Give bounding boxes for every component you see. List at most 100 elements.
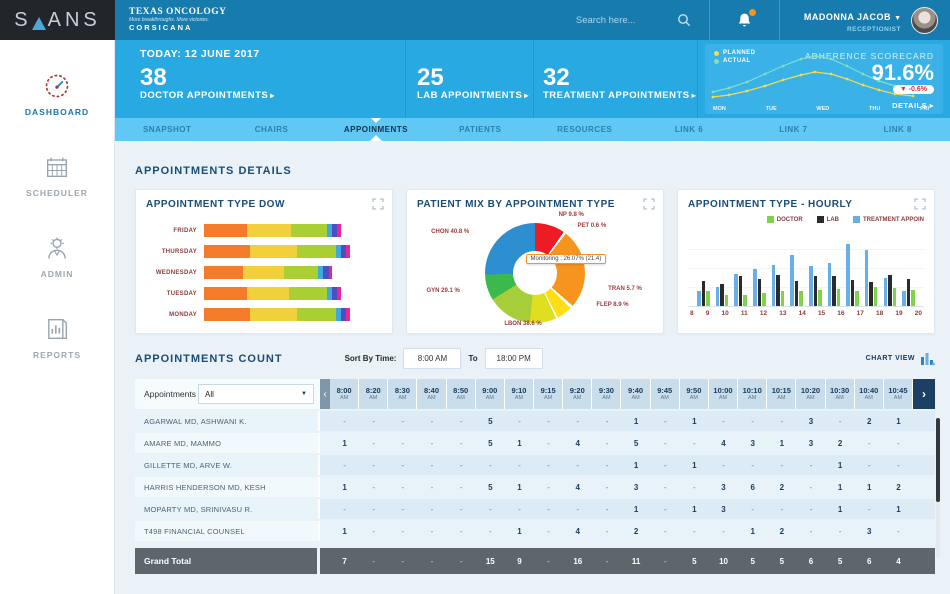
tab-resources[interactable]: RESOURCES <box>533 118 637 141</box>
user-avatar[interactable] <box>911 7 938 34</box>
count-cell: - <box>388 433 417 453</box>
chart-view-button[interactable]: CHART VIEW <box>866 352 935 366</box>
count-cell: 2 <box>884 477 913 497</box>
hourly-bar <box>828 263 832 307</box>
hourly-bar <box>888 275 892 307</box>
stat-lab-appointments[interactable]: 25 LAB APPOINTMENTS▸ <box>417 65 529 101</box>
next-columns-button[interactable]: › <box>913 379 935 409</box>
table-row: AGARWAL MD, ASHWANI K.-----5----1-1---3-… <box>135 411 935 431</box>
stat-treatment-appointments[interactable]: 32 TREATMENT APPOINTMENTS▸ <box>543 65 696 101</box>
dow-bar <box>204 308 382 321</box>
tab-patients[interactable]: PATIENTS <box>428 118 532 141</box>
card-title: APPOINTMENT TYPE - HOURLY <box>688 199 924 210</box>
tab-link-8[interactable]: LINK 8 <box>846 118 950 141</box>
tab-link-6[interactable]: LINK 6 <box>637 118 741 141</box>
sidebar-item-admin[interactable]: ADMIN <box>41 234 74 279</box>
x-tick-label: 10 <box>722 310 729 317</box>
time-suffix: AM <box>427 395 435 401</box>
donut-slice-label: FLEP 8.9 % <box>596 302 628 308</box>
time-to-input[interactable] <box>485 348 543 369</box>
tab-snapshot[interactable]: SNAPSHOT <box>115 118 219 141</box>
summary-banner: TODAY: 12 JUNE 2017 38 DOCTOR APPOINTMEN… <box>115 40 950 118</box>
tab-link-7[interactable]: LINK 7 <box>741 118 845 141</box>
donut-tooltip: Monitoring : 26.07% (21.4) <box>526 254 607 264</box>
search-icon[interactable] <box>677 13 691 27</box>
time-from-input[interactable] <box>403 348 461 369</box>
notifications-button[interactable] <box>736 11 753 29</box>
user-name: MADONNA JACOB <box>804 12 891 22</box>
count-cell: - <box>388 521 417 541</box>
hourly-bar <box>832 276 836 306</box>
time-label: 8:40 <box>424 387 439 395</box>
dow-segment <box>346 308 350 321</box>
app-logo[interactable]: SANS <box>0 0 115 40</box>
time-suffix: AM <box>398 395 406 401</box>
card-title: APPOINTMENT TYPE DOW <box>146 199 382 210</box>
sidebar-item-dashboard[interactable]: DASHBOARD <box>25 72 89 117</box>
dow-segment <box>289 287 326 300</box>
count-cell: - <box>651 499 680 519</box>
expand-icon[interactable] <box>372 198 384 210</box>
count-cell: - <box>651 477 680 497</box>
dow-segment <box>247 224 292 237</box>
dow-bar <box>204 245 382 258</box>
x-tick-label: 20 <box>915 310 922 317</box>
provider-name-cell: GILLETTE MD, ARVE W. <box>135 455 320 475</box>
prev-columns-button[interactable]: ‹ <box>320 379 330 409</box>
logo-triangle-icon <box>32 17 46 30</box>
count-cell: - <box>359 411 388 431</box>
table-scrollbar-thumb[interactable] <box>936 418 940 502</box>
legend-label: TREATMENT APPOIN <box>863 217 924 223</box>
count-cell: - <box>796 477 825 497</box>
search-box <box>576 13 691 27</box>
dow-segment <box>243 266 284 279</box>
sidebar-item-reports[interactable]: REPORTS <box>33 315 81 360</box>
count-cell: 1 <box>330 477 359 497</box>
grand-total-cell: 5 <box>738 548 767 574</box>
count-cell: - <box>738 499 767 519</box>
count-cell: - <box>709 455 738 475</box>
dow-segment <box>297 245 336 258</box>
count-table-body: AGARWAL MD, ASHWANI K.-----5----1-1---3-… <box>135 411 935 541</box>
adherence-details-link[interactable]: DETAILS ▸ <box>892 101 934 110</box>
count-cell: - <box>855 499 884 519</box>
grand-total-cell: 15 <box>476 548 505 574</box>
count-cell: - <box>563 455 592 475</box>
tab-appoinments[interactable]: APPOINMENTS <box>324 118 428 141</box>
adherence-scorecard: PLANNED ACTUAL ADHERENCE SCORECARD 91.6%… <box>705 44 943 114</box>
expand-icon[interactable] <box>643 198 655 210</box>
gap-cell <box>320 548 330 574</box>
stat-doctor-appointments[interactable]: 38 DOCTOR APPOINTMENTS▸ <box>140 65 275 101</box>
filter-dropdown[interactable]: All ▼ <box>198 384 314 404</box>
dow-row: WEDNESDAY <box>146 266 382 279</box>
adherence-day-label: TUE <box>766 106 777 112</box>
time-label: 9:20 <box>570 387 585 395</box>
count-cell: 1 <box>680 499 709 519</box>
sidebar-nav: DASHBOARD SCHEDULER ADMIN REPORTS <box>0 40 115 594</box>
count-cell: 4 <box>563 521 592 541</box>
count-cell: - <box>359 499 388 519</box>
count-cell: 1 <box>680 455 709 475</box>
time-label: 8:50 <box>453 387 468 395</box>
expand-icon[interactable] <box>914 198 926 210</box>
user-menu[interactable]: MADONNA JACOB▼ RECEPTIONIST <box>804 6 901 34</box>
table-filter-cell: Appointments All ▼ <box>135 379 320 409</box>
search-input[interactable] <box>576 15 671 26</box>
time-suffix: AM <box>748 395 756 401</box>
dow-row: TUESDAY <box>146 287 382 300</box>
details-section-title: APPOINTMENTS DETAILS <box>135 165 935 177</box>
hourly-bar <box>725 295 729 306</box>
gap-cell <box>320 411 330 431</box>
count-cell: - <box>534 433 563 453</box>
hourly-bar <box>762 293 766 306</box>
dow-segment <box>329 266 333 279</box>
count-cell: - <box>709 411 738 431</box>
hourly-bar <box>846 244 850 306</box>
count-cell: - <box>592 499 621 519</box>
count-cell: - <box>505 411 534 431</box>
count-cell: - <box>359 521 388 541</box>
hourly-bar-group <box>790 231 803 306</box>
dow-day-label: THURSDAY <box>146 249 204 255</box>
sidebar-item-scheduler[interactable]: SCHEDULER <box>26 153 88 198</box>
tab-chairs[interactable]: CHAIRS <box>219 118 323 141</box>
